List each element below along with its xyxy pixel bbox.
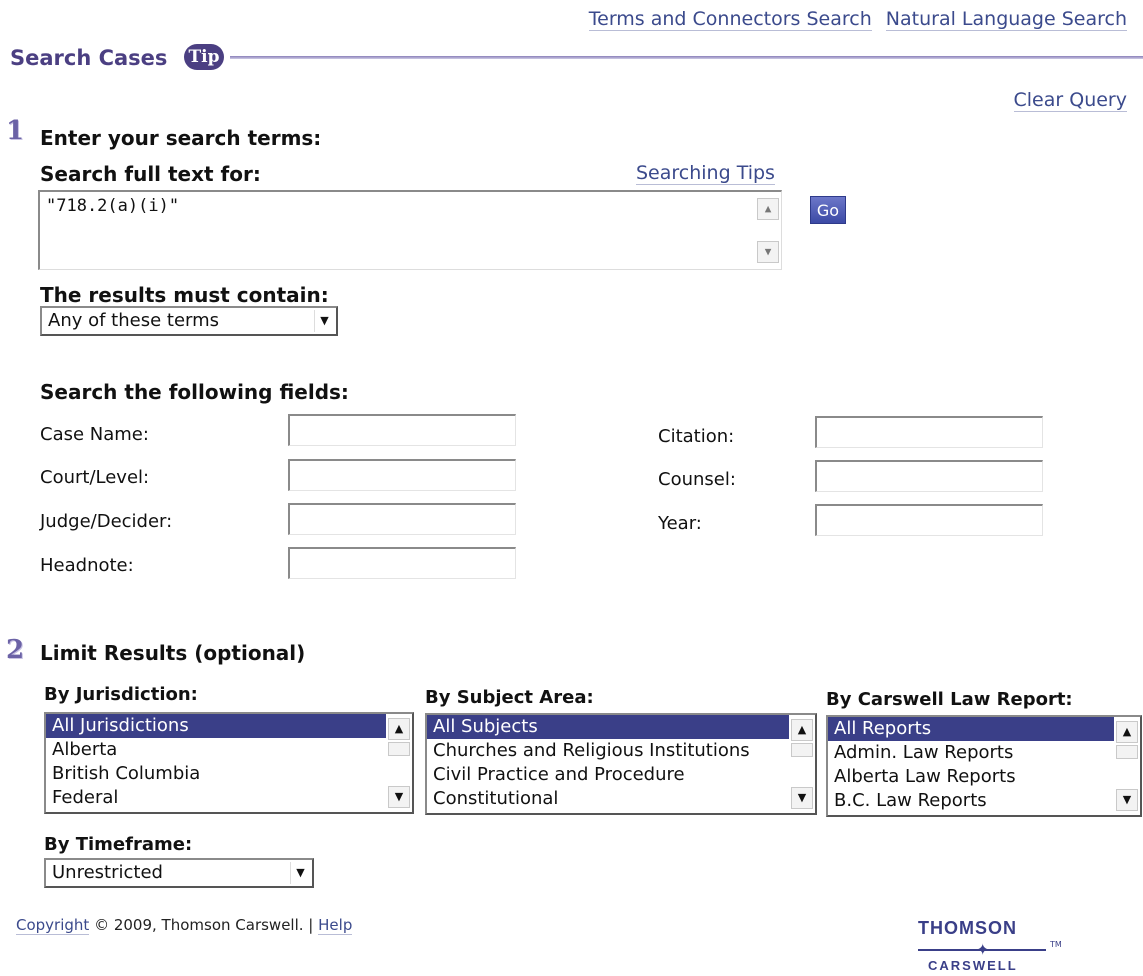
scroll-thumb[interactable] (1116, 745, 1138, 759)
scroll-thumb[interactable] (791, 743, 813, 757)
natural-language-link[interactable]: Natural Language Search (885, 8, 1127, 31)
step-1-number: 1 (6, 116, 25, 146)
year-label: Year: (658, 513, 702, 534)
tip-icon[interactable]: Tip (184, 44, 224, 70)
court-level-input[interactable] (288, 459, 516, 491)
jurisdiction-listbox[interactable]: All Jurisdictions Alberta British Columb… (44, 712, 414, 814)
headnote-input[interactable] (288, 547, 516, 579)
copyright-text: © 2009, Thomson Carswell. | (94, 916, 314, 934)
copyright-link[interactable]: Copyright (16, 916, 90, 935)
searching-tips-link[interactable]: Searching Tips (636, 162, 775, 185)
list-item[interactable]: Alberta Law Reports (828, 765, 1140, 789)
law-report-listbox[interactable]: All Reports Admin. Law Reports Alberta L… (826, 715, 1142, 817)
page-title: Search Cases (10, 46, 168, 70)
full-text-textarea[interactable]: "718.2(a)(i)" ▲ ▼ (38, 190, 782, 270)
fields-heading: Search the following fields: (40, 380, 349, 404)
headnote-label: Headnote: (40, 555, 134, 576)
chevron-down-icon[interactable]: ▼ (314, 310, 334, 332)
law-report-label: By Carswell Law Report: (826, 689, 1073, 710)
step-1-heading: Enter your search terms: (40, 126, 322, 150)
step-2-heading: Limit Results (optional) (40, 641, 306, 665)
top-links: Terms and Connectors Search Natural Lang… (588, 8, 1127, 31)
listbox-scrollbar[interactable]: ▲ ▼ (386, 714, 412, 812)
scroll-up-icon[interactable]: ▲ (757, 198, 779, 220)
list-item[interactable]: Admin. Law Reports (828, 741, 1140, 765)
list-item[interactable]: Civil Practice and Procedure (427, 763, 815, 787)
must-contain-value: Any of these terms (48, 310, 220, 331)
footer: Copyright © 2009, Thomson Carswell. | He… (16, 916, 353, 935)
subject-area-label: By Subject Area: (425, 687, 594, 708)
scroll-down-icon[interactable]: ▼ (791, 787, 813, 809)
star-icon: ✦ (976, 940, 990, 959)
scroll-up-icon[interactable]: ▲ (1116, 721, 1138, 743)
counsel-label: Counsel: (658, 469, 736, 490)
citation-label: Citation: (658, 426, 735, 447)
thomson-logo-text: THOMSON (918, 918, 1017, 938)
timeframe-value: Unrestricted (52, 862, 163, 883)
trademark-label: TM (1050, 940, 1062, 949)
textarea-scrollbar[interactable]: ▲ ▼ (757, 194, 779, 267)
case-name-label: Case Name: (40, 424, 149, 445)
title-divider (230, 56, 1143, 59)
listbox-scrollbar[interactable]: ▲ ▼ (1114, 717, 1140, 815)
jurisdiction-label: By Jurisdiction: (44, 684, 198, 705)
year-input[interactable] (815, 504, 1043, 536)
query-text: "718.2(a)(i)" (46, 196, 180, 216)
list-item[interactable]: All Jurisdictions (46, 714, 412, 738)
scroll-up-icon[interactable]: ▲ (388, 718, 410, 740)
case-name-input[interactable] (288, 414, 516, 446)
court-level-label: Court/Level: (40, 467, 150, 488)
list-item[interactable]: B.C. Law Reports (828, 789, 1140, 813)
help-link[interactable]: Help (318, 916, 353, 935)
carswell-logo-text: CARSWELL (928, 958, 1018, 973)
terms-connectors-link[interactable]: Terms and Connectors Search (588, 8, 872, 31)
list-item[interactable]: Churches and Religious Institutions (427, 739, 815, 763)
timeframe-label: By Timeframe: (44, 834, 193, 855)
scroll-thumb[interactable] (388, 742, 410, 756)
scroll-down-icon[interactable]: ▼ (757, 241, 779, 263)
scroll-up-icon[interactable]: ▲ (791, 719, 813, 741)
step-2-number: 2 (6, 635, 25, 665)
must-contain-label: The results must contain: (40, 283, 329, 307)
counsel-input[interactable] (815, 460, 1043, 492)
listbox-scrollbar[interactable]: ▲ ▼ (789, 715, 815, 813)
go-button[interactable]: Go (810, 196, 846, 224)
page-header: Search Cases Tip (10, 42, 1143, 76)
timeframe-select[interactable]: Unrestricted ▼ (44, 858, 314, 888)
list-item[interactable]: Constitutional (427, 787, 815, 811)
list-item[interactable]: Federal (46, 786, 412, 810)
list-item[interactable]: British Columbia (46, 762, 412, 786)
subject-area-listbox[interactable]: All Subjects Churches and Religious Inst… (425, 713, 817, 815)
list-item[interactable]: Alberta (46, 738, 412, 762)
scroll-down-icon[interactable]: ▼ (1116, 789, 1138, 811)
scroll-down-icon[interactable]: ▼ (388, 786, 410, 808)
list-item[interactable]: All Subjects (427, 715, 815, 739)
judge-decider-input[interactable] (288, 503, 516, 535)
clear-query-link[interactable]: Clear Query (1013, 89, 1127, 112)
chevron-down-icon[interactable]: ▼ (290, 862, 310, 884)
must-contain-select[interactable]: Any of these terms ▼ (40, 306, 338, 336)
full-text-label: Search full text for: (40, 162, 261, 186)
citation-input[interactable] (815, 416, 1043, 448)
list-item[interactable]: All Reports (828, 717, 1140, 741)
judge-decider-label: Judge/Decider: (40, 511, 173, 532)
